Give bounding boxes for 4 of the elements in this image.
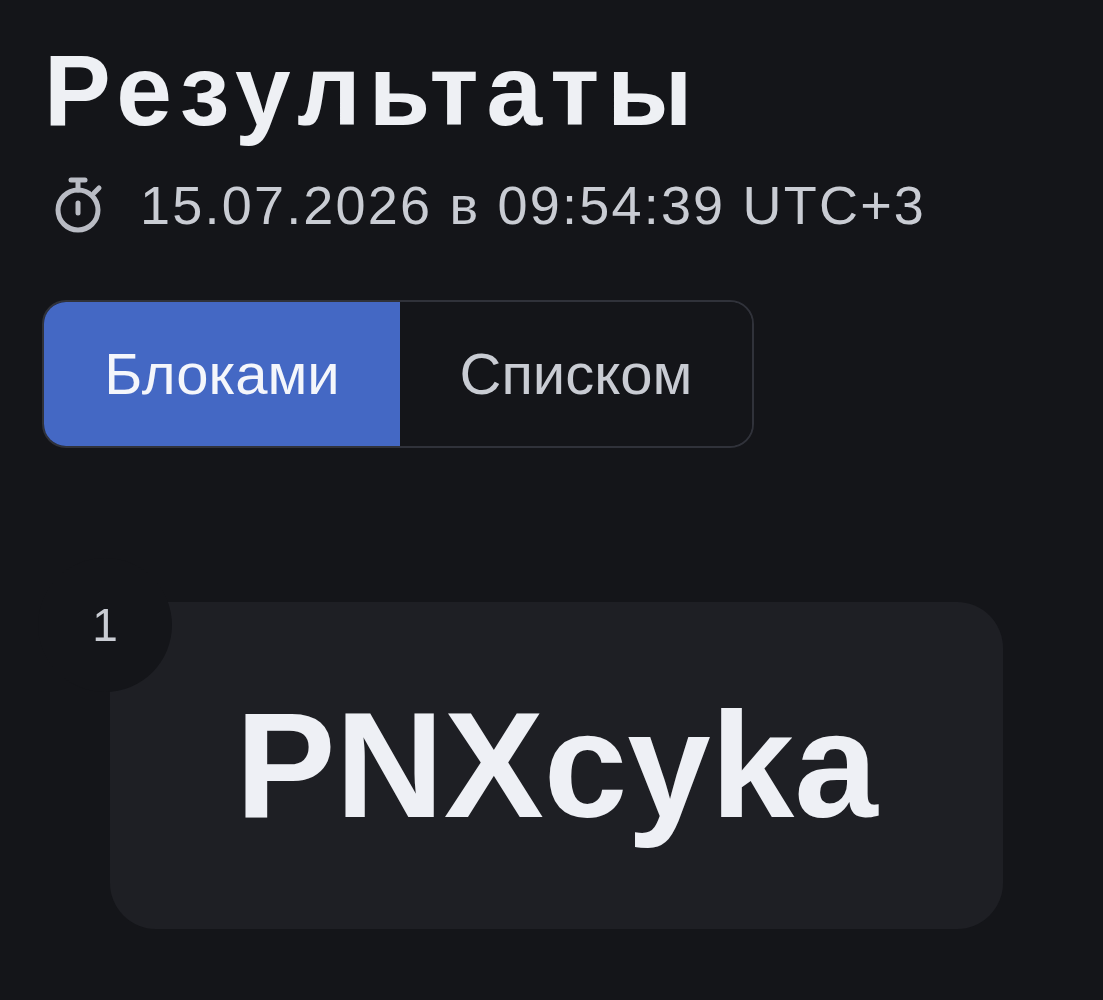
result-text: PNXcyka [235,680,878,852]
page-title: Результаты [44,33,701,148]
timestamp: 15.07.2026 в 09:54:39 UTC+3 [140,174,927,237]
view-tab[interactable]: Блоками [44,301,400,446]
